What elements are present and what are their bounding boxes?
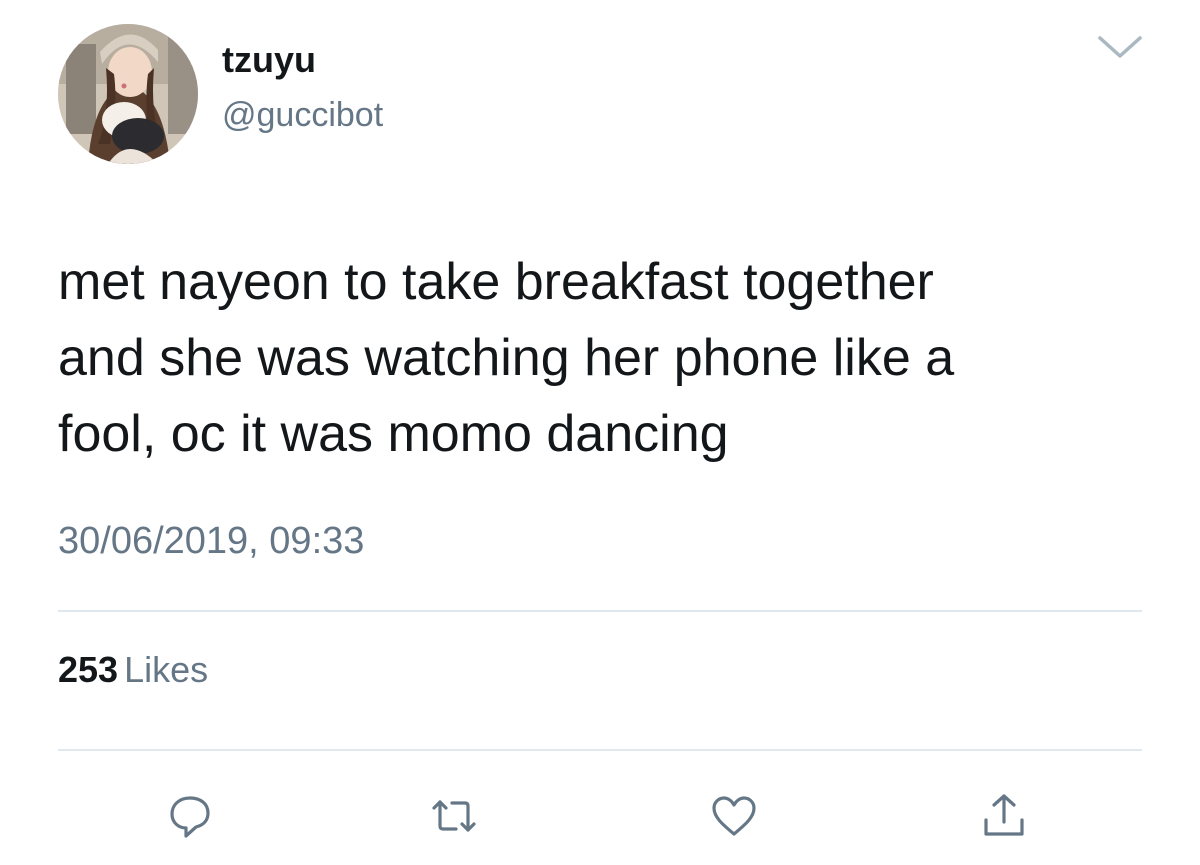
divider	[58, 610, 1142, 612]
user-handle[interactable]: @guccibot	[222, 94, 383, 136]
reply-button[interactable]	[164, 790, 216, 842]
retweet-icon	[432, 800, 476, 832]
profile-photo-icon	[58, 24, 198, 164]
heart-icon	[712, 796, 756, 836]
likes-count: 253	[58, 649, 119, 690]
chevron-down-icon[interactable]	[1094, 30, 1146, 62]
divider	[58, 749, 1142, 751]
reply-icon	[170, 796, 210, 838]
tweet-text: met nayeon to take breakfast together an…	[58, 253, 955, 463]
display-name[interactable]: tzuyu	[222, 38, 316, 82]
tweet-timestamp[interactable]: 30/06/2019, 09:33	[58, 516, 364, 566]
share-icon	[984, 794, 1024, 836]
share-button[interactable]	[978, 790, 1030, 842]
avatar[interactable]	[58, 24, 198, 164]
retweet-button[interactable]	[428, 790, 480, 842]
like-button[interactable]	[708, 790, 760, 842]
likes-stat[interactable]: 253 Likes	[58, 648, 208, 692]
tweet-card: tzuyu @guccibot met nayeon to take break…	[0, 0, 1200, 865]
likes-label: Likes	[124, 649, 209, 690]
